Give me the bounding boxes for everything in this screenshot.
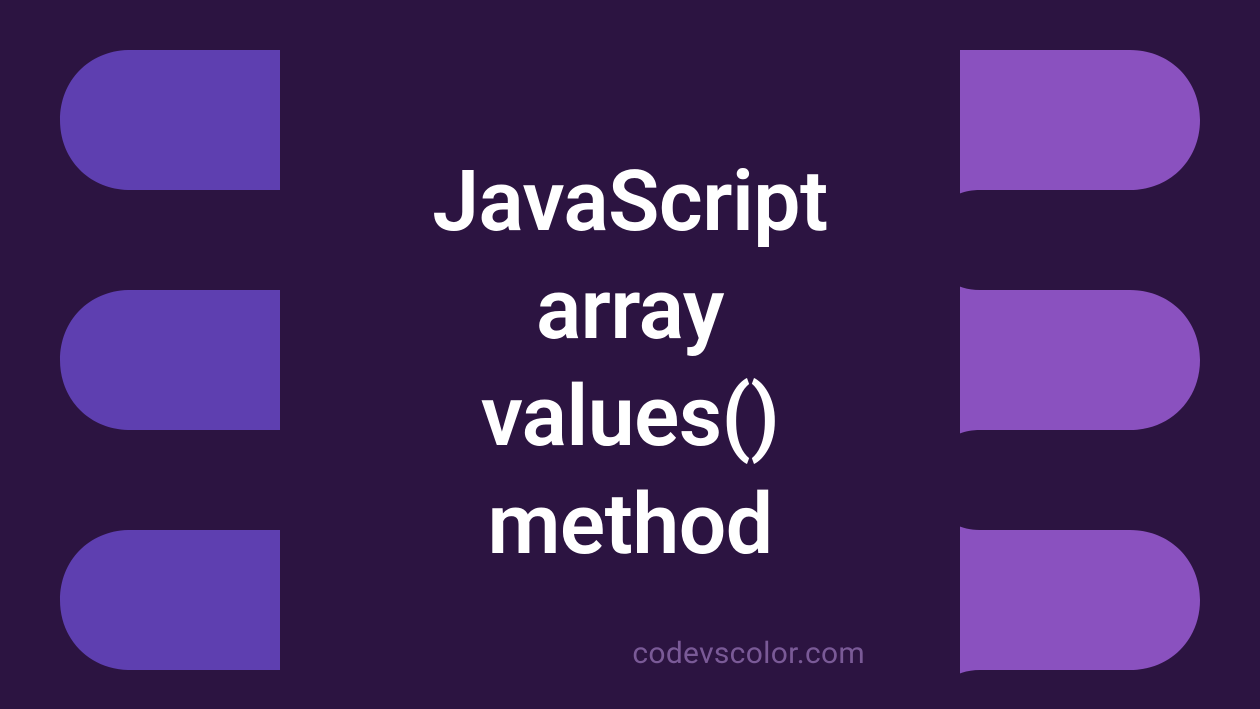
title-container: JavaScriptarrayvalues()method bbox=[0, 148, 1260, 578]
banner-title: JavaScriptarrayvalues()method bbox=[0, 148, 1260, 578]
watermark-text: codevscolor.com bbox=[632, 636, 865, 671]
banner-canvas: JavaScriptarrayvalues()method codevscolo… bbox=[0, 0, 1260, 709]
